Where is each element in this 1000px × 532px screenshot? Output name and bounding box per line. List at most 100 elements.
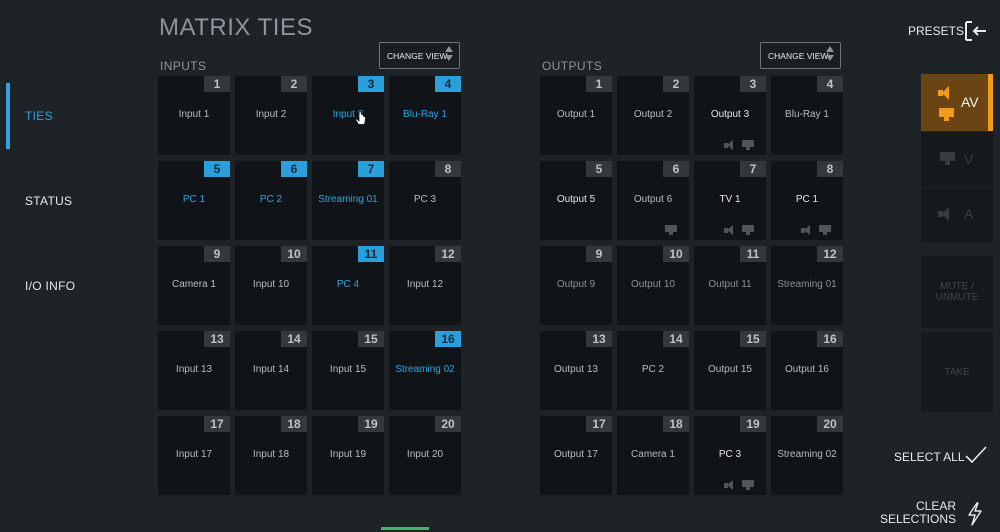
tile-number: 5 [204,161,230,177]
tile-label: PC 1 [795,194,819,205]
mute-unmute-button[interactable]: MUTE / UNMUTE [921,256,993,328]
input-tile[interactable]: 12 Input 12 [389,246,461,325]
input-tile[interactable]: 10 Input 10 [235,246,307,325]
output-tile[interactable]: 3 Output 3 [694,76,766,155]
input-tile[interactable]: 14 Input 14 [235,331,307,410]
selections-label: SELECTIONS [880,512,957,526]
up-down-arrows-icon [826,46,834,61]
output-tile[interactable]: 4 Blu-Ray 1 [771,76,843,155]
sidebar-item-io-info[interactable]: I/O INFO [0,253,150,319]
output-tile[interactable]: 2 Output 2 [617,76,689,155]
tile-label: Input 19 [329,449,367,460]
output-tile[interactable]: 14 PC 2 [617,331,689,410]
output-tile[interactable]: 9 Output 9 [540,246,612,325]
tile-number: 6 [663,161,689,177]
tile-number: 15 [358,331,384,347]
sidebar-item-ties[interactable]: TIES [0,83,150,149]
tile-number: 5 [586,161,612,177]
a-label: A [964,206,974,222]
input-tile[interactable]: 16 Streaming 02 [389,331,461,410]
change-view-label: CHANGE VIEW [387,50,448,61]
take-button[interactable]: TAKE [921,332,993,412]
speaker-icon [938,207,955,221]
input-tile[interactable]: 13 Input 13 [158,331,230,410]
input-tile[interactable]: 19 Input 19 [312,416,384,495]
tile-label: Streaming 01 [777,279,837,290]
tile-number: 6 [281,161,307,177]
tile-number: 16 [817,331,843,347]
tile-label: Input 1 [178,109,210,120]
tile-label: Output 13 [554,364,598,375]
monitor-icon [819,225,831,235]
checkmark-icon[interactable] [965,446,987,464]
output-tile[interactable]: 6 Output 6 [617,161,689,240]
tile-number: 18 [663,416,689,432]
input-tile[interactable]: 18 Input 18 [235,416,307,495]
output-tile[interactable]: 18 Camera 1 [617,416,689,495]
presets-button[interactable]: PRESETS [908,24,964,38]
tile-label: Output 17 [554,449,598,460]
input-tile[interactable]: 2 Input 2 [235,76,307,155]
input-tile[interactable]: 8 PC 3 [389,161,461,240]
output-tile[interactable]: 8 PC 1 [771,161,843,240]
output-tile[interactable]: 20 Streaming 02 [771,416,843,495]
lightning-icon[interactable] [967,502,983,526]
mute-unmute-label: MUTE / UNMUTE [935,281,979,303]
input-tile[interactable]: 3 Input 3 [312,76,384,155]
tile-number: 9 [204,246,230,262]
audio-button[interactable] [921,188,993,242]
output-tile[interactable]: 7 TV 1 [694,161,766,240]
change-view-label: CHANGE VIEW [768,50,829,61]
output-tile[interactable]: 13 Output 13 [540,331,612,410]
tile-number: 1 [204,76,230,92]
monitor-icon [939,108,954,121]
presets-icon[interactable] [964,20,988,42]
output-tile[interactable]: 12 Streaming 01 [771,246,843,325]
tile-number: 1 [586,76,612,92]
input-tile[interactable]: 1 Input 1 [158,76,230,155]
output-tile[interactable]: 17 Output 17 [540,416,612,495]
input-tile[interactable]: 4 Blu-Ray 1 [389,76,461,155]
up-down-arrows-icon [445,46,453,61]
input-tile[interactable]: 7 Streaming 01 [312,161,384,240]
tile-status-icons [724,225,754,235]
input-tile[interactable]: 20 Input 20 [389,416,461,495]
input-tile[interactable]: 9 Camera 1 [158,246,230,325]
tile-label: Camera 1 [172,279,216,290]
input-tile[interactable]: 15 Input 15 [312,331,384,410]
input-tile[interactable]: 6 PC 2 [235,161,307,240]
sidebar-item-label: I/O INFO [25,279,76,293]
tile-number: 11 [358,246,384,262]
video-button[interactable] [921,132,993,187]
inputs-change-view-button[interactable]: CHANGE VIEW [379,42,460,69]
clear-selections-button[interactable]: CLEAR SELECTIONS [880,500,956,526]
output-tile[interactable]: 11 Output 11 [694,246,766,325]
tile-number: 8 [435,161,461,177]
input-tile[interactable]: 11 PC 4 [312,246,384,325]
speaker-icon [724,225,736,235]
tile-number: 20 [435,416,461,432]
av-label: AV [961,94,979,110]
tile-label: Input 3 [332,109,364,120]
output-tile[interactable]: 10 Output 10 [617,246,689,325]
tile-label: PC 2 [259,194,283,205]
page-title: MATRIX TIES [159,14,313,41]
input-tile[interactable]: 5 PC 1 [158,161,230,240]
select-all-button[interactable]: SELECT ALL [894,450,965,464]
output-tile[interactable]: 5 Output 5 [540,161,612,240]
tile-number: 7 [358,161,384,177]
av-button[interactable] [921,74,993,131]
sidebar-item-status[interactable]: STATUS [0,168,150,234]
tile-label: Output 2 [633,109,673,120]
tile-number: 19 [358,416,384,432]
tile-number: 16 [435,331,461,347]
output-tile[interactable]: 1 Output 1 [540,76,612,155]
input-tile[interactable]: 17 Input 17 [158,416,230,495]
output-tile[interactable]: 16 Output 16 [771,331,843,410]
output-tile[interactable]: 15 Output 15 [694,331,766,410]
sidebar-item-label: TIES [25,109,53,123]
tile-number: 14 [281,331,307,347]
tile-number: 9 [586,246,612,262]
output-tile[interactable]: 19 PC 3 [694,416,766,495]
outputs-change-view-button[interactable]: CHANGE VIEW [760,42,841,69]
